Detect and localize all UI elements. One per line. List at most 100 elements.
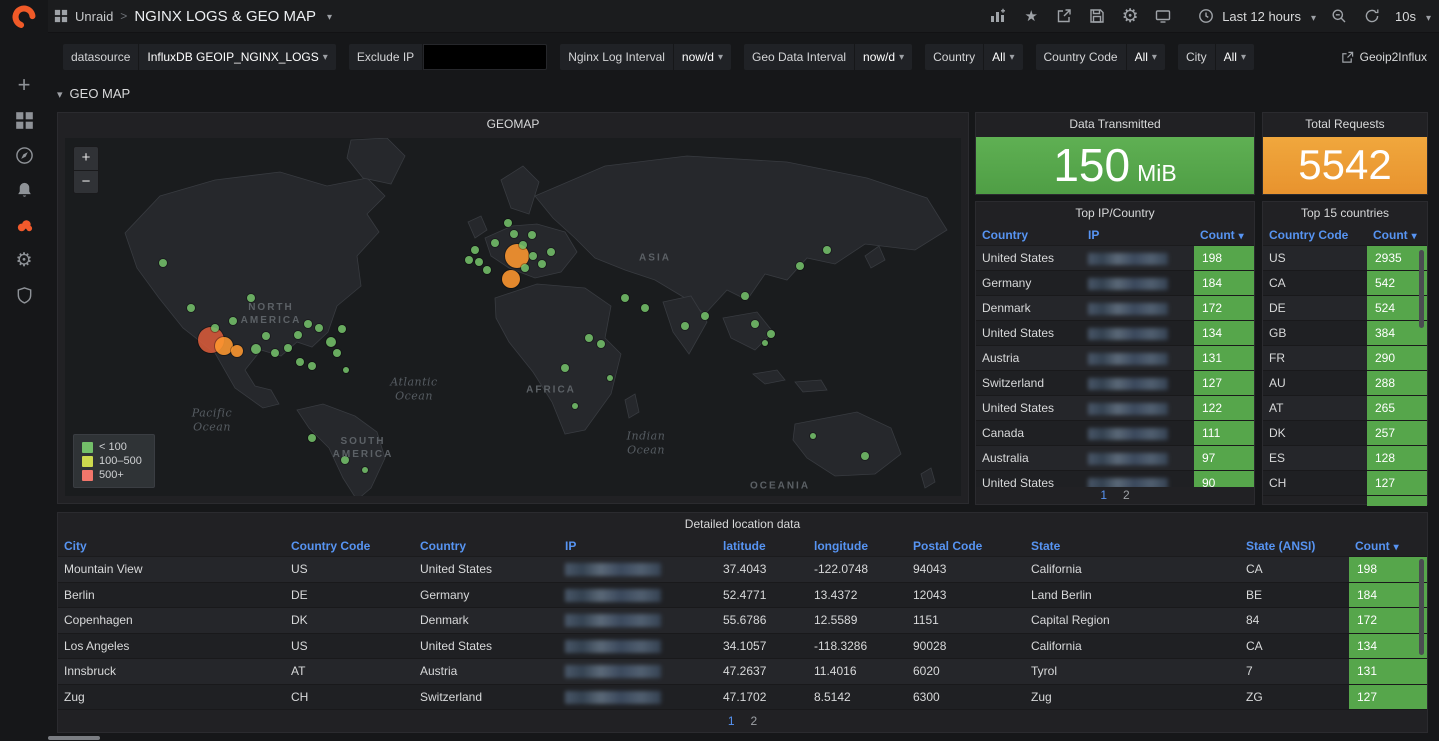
chevron-down-icon[interactable] [323, 9, 332, 23]
panel-title[interactable]: Total Requests [1263, 113, 1427, 137]
col-state-ansi[interactable]: State (ANSI) [1240, 537, 1349, 556]
map-marker[interactable] [741, 292, 749, 300]
col-longitude[interactable]: longitude [808, 537, 907, 556]
map-marker[interactable] [597, 340, 605, 348]
map-marker[interactable] [762, 340, 768, 346]
table-row[interactable]: Los Angeles US United States 34.1057 -11… [58, 634, 1427, 660]
map-marker[interactable] [343, 367, 349, 373]
table-row[interactable]: Switzerland 127 [976, 371, 1254, 396]
cycle-view-tv-icon[interactable] [1153, 6, 1173, 26]
map-marker[interactable] [607, 375, 613, 381]
refresh-interval-picker[interactable]: 10s [1395, 9, 1431, 24]
explore-compass-icon[interactable] [13, 144, 35, 166]
map-marker[interactable] [767, 330, 775, 338]
country-select[interactable]: All [984, 44, 1022, 70]
table-row[interactable]: Austria 131 [976, 346, 1254, 371]
map-marker[interactable] [538, 260, 546, 268]
geoip2influx-link[interactable]: Geoip2Influx [1341, 50, 1427, 64]
table-row[interactable]: DK 257 [1263, 421, 1427, 446]
map-marker[interactable] [528, 231, 536, 239]
var-datasource-select[interactable]: InfluxDB GEOIP_NGINX_LOGS [139, 44, 335, 70]
map-marker[interactable] [823, 246, 831, 254]
col-country-code[interactable]: Country Code [285, 537, 414, 556]
map-marker[interactable] [341, 456, 349, 464]
page-1[interactable]: 1 [728, 711, 735, 732]
page-1[interactable]: 1 [1100, 487, 1107, 504]
grafana-logo[interactable] [0, 0, 48, 34]
map-marker[interactable] [333, 349, 341, 357]
map-marker[interactable] [572, 403, 578, 409]
star-icon[interactable]: ★ [1021, 6, 1041, 26]
map-marker[interactable] [304, 320, 312, 328]
map-marker[interactable] [294, 331, 302, 339]
table-row[interactable]: Copenhagen DK Denmark 55.6786 12.5589 11… [58, 608, 1427, 634]
map-marker[interactable] [271, 349, 279, 357]
exclude-ip-input[interactable] [423, 44, 547, 70]
panel-title[interactable]: Detailed location data [58, 513, 1427, 537]
map-marker[interactable] [641, 304, 649, 312]
page-2[interactable]: 2 [751, 711, 758, 732]
country-code-select[interactable]: All [1127, 44, 1165, 70]
map-marker[interactable] [308, 434, 316, 442]
map-marker[interactable] [491, 239, 499, 247]
map-marker[interactable] [296, 358, 304, 366]
map-marker[interactable] [362, 467, 368, 473]
alerting-bell-icon[interactable] [13, 179, 35, 201]
table-row[interactable]: Innsbruck AT Austria 47.2637 11.4016 602… [58, 659, 1427, 685]
map-marker[interactable] [861, 452, 869, 460]
table-row[interactable]: DE 524 [1263, 296, 1427, 321]
table-row[interactable]: Zug CH Switzerland 47.1702 8.5142 6300 Z… [58, 685, 1427, 711]
map-marker[interactable] [187, 304, 195, 312]
table-row[interactable]: AT 265 [1263, 396, 1427, 421]
map-marker[interactable] [338, 325, 346, 333]
col-count[interactable]: Count [1194, 226, 1254, 245]
breadcrumb-folder[interactable]: Unraid [75, 9, 113, 24]
dashboards-icon[interactable] [13, 109, 35, 131]
table-row[interactable]: ES 128 [1263, 446, 1427, 471]
map-marker[interactable] [315, 324, 323, 332]
panel-title[interactable]: Data Transmitted [976, 113, 1254, 137]
col-postal-code[interactable]: Postal Code [907, 537, 1025, 556]
panel-title[interactable]: Top IP/Country [976, 202, 1254, 226]
col-country[interactable]: Country [414, 537, 559, 556]
map-marker[interactable] [465, 256, 473, 264]
map-marker[interactable] [510, 230, 518, 238]
map-marker[interactable] [211, 324, 219, 332]
save-icon[interactable] [1087, 6, 1107, 26]
refresh-icon[interactable] [1362, 6, 1382, 26]
map-marker[interactable] [502, 270, 520, 288]
server-admin-shield-icon[interactable] [13, 284, 35, 306]
map-marker[interactable] [262, 332, 270, 340]
horizontal-scrollbar-thumb[interactable] [48, 736, 100, 740]
table-row[interactable]: Mountain View US United States 37.4043 -… [58, 557, 1427, 583]
table-row[interactable]: Denmark 172 [976, 296, 1254, 321]
zoom-out-button[interactable]: − [74, 170, 98, 193]
panel-title[interactable]: GEOMAP [58, 113, 968, 137]
map-marker[interactable] [247, 294, 255, 302]
map-marker[interactable] [159, 259, 167, 267]
table-row[interactable]: Berlin DE Germany 52.4771 13.4372 12043 … [58, 583, 1427, 609]
table-row[interactable]: CA 542 [1263, 271, 1427, 296]
map-marker[interactable] [251, 344, 261, 354]
map-marker[interactable] [475, 258, 483, 266]
table-row[interactable]: Germany 184 [976, 271, 1254, 296]
map-marker[interactable] [751, 320, 759, 328]
panel-title[interactable]: Top 15 countries [1263, 202, 1427, 226]
col-count[interactable]: Count [1349, 537, 1427, 556]
zoom-in-button[interactable]: + [74, 147, 98, 170]
map-marker[interactable] [621, 294, 629, 302]
map-marker[interactable] [796, 262, 804, 270]
map-marker[interactable] [547, 248, 555, 256]
add-panel-icon[interactable] [988, 6, 1008, 26]
col-country-code[interactable]: Country Code [1263, 226, 1367, 245]
table-row[interactable]: United States 134 [976, 321, 1254, 346]
table-row[interactable]: AU 288 [1263, 371, 1427, 396]
world-map[interactable]: NORTH AMERICASOUTH AMERICAAFRICAASIAOCEA… [65, 138, 961, 496]
map-marker[interactable] [231, 345, 243, 357]
col-city[interactable]: City [58, 537, 285, 556]
city-select[interactable]: All [1216, 44, 1254, 70]
table-row[interactable]: US 2935 [1263, 246, 1427, 271]
create-plus-icon[interactable]: + [13, 74, 35, 96]
map-marker[interactable] [326, 337, 336, 347]
table-row[interactable]: United States 198 [976, 246, 1254, 271]
